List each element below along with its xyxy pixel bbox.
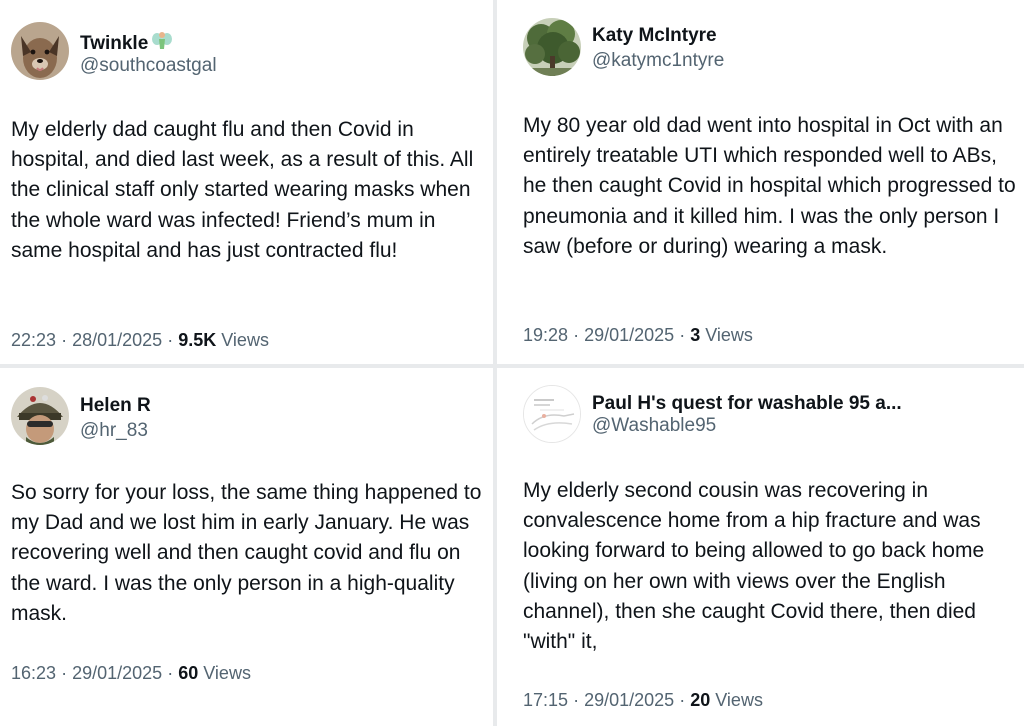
fairy-emoji-icon <box>152 30 173 58</box>
post-card[interactable]: Twinkle @southcoastgal My elderly dad ca… <box>0 0 493 364</box>
post-card[interactable]: Paul H's quest for washable 95 a... @Was… <box>497 368 1024 726</box>
post-card[interactable]: Katy McIntyre @katymc1ntyre My 80 year o… <box>497 0 1024 364</box>
helmet-avatar[interactable] <box>11 387 69 445</box>
meta-separator: · <box>61 663 68 683</box>
post-time[interactable]: 19:28 <box>523 325 568 345</box>
post-time[interactable]: 22:23 <box>11 330 56 350</box>
views-label: Views <box>221 330 269 350</box>
author-handle[interactable]: @hr_83 <box>80 420 148 442</box>
post-meta: 19:28 · 29/01/2025 · 3 Views <box>523 324 753 346</box>
meta-separator: · <box>61 330 68 350</box>
author-handle[interactable]: @katymc1ntyre <box>592 50 724 72</box>
tree-avatar[interactable] <box>523 18 581 76</box>
post-date[interactable]: 29/01/2025 <box>72 663 162 683</box>
author-name-text[interactable]: Twinkle <box>80 33 148 54</box>
post-date[interactable]: 29/01/2025 <box>584 325 674 345</box>
meta-separator: · <box>573 690 580 710</box>
meta-separator: · <box>167 330 174 350</box>
author-handle[interactable]: @southcoastgal <box>80 55 217 77</box>
author-name[interactable]: Twinkle <box>80 30 173 58</box>
post-body: So sorry for your loss, the same thing h… <box>11 481 482 625</box>
author-handle[interactable]: @Washable95 <box>592 415 716 437</box>
post-body: My 80 year old dad went into hospital in… <box>523 114 1016 258</box>
views-count: 9.5K <box>178 330 217 350</box>
views-count: 3 <box>690 325 701 345</box>
post-time[interactable]: 17:15 <box>523 690 568 710</box>
meta-separator: · <box>573 325 580 345</box>
diagram-avatar[interactable] <box>523 385 581 443</box>
post-body: My elderly dad caught flu and then Covid… <box>11 118 474 262</box>
meta-separator: · <box>167 663 174 683</box>
author-name[interactable]: Paul H's quest for washable 95 a... <box>592 393 902 415</box>
author-name[interactable]: Helen R <box>80 395 151 417</box>
post-meta: 22:23 · 28/01/2025 · 9.5K Views <box>11 329 269 351</box>
reply-grid: Twinkle @southcoastgal My elderly dad ca… <box>0 0 1024 726</box>
post-meta: 17:15 · 29/01/2025 · 20 Views <box>523 689 763 711</box>
views-count: 60 <box>178 663 199 683</box>
views-label: Views <box>203 663 251 683</box>
post-meta: 16:23 · 29/01/2025 · 60 Views <box>11 662 251 684</box>
post-card[interactable]: Helen R @hr_83 So sorry for your loss, t… <box>0 368 493 726</box>
dog-avatar[interactable] <box>11 22 69 80</box>
meta-separator: · <box>679 690 686 710</box>
views-label: Views <box>715 690 763 710</box>
views-label: Views <box>705 325 753 345</box>
post-date[interactable]: 28/01/2025 <box>72 330 162 350</box>
meta-separator: · <box>679 325 686 345</box>
post-body: My elderly second cousin was recovering … <box>523 479 985 654</box>
post-date[interactable]: 29/01/2025 <box>584 690 674 710</box>
post-time[interactable]: 16:23 <box>11 663 56 683</box>
views-count: 20 <box>690 690 711 710</box>
author-name[interactable]: Katy McIntyre <box>592 25 717 47</box>
